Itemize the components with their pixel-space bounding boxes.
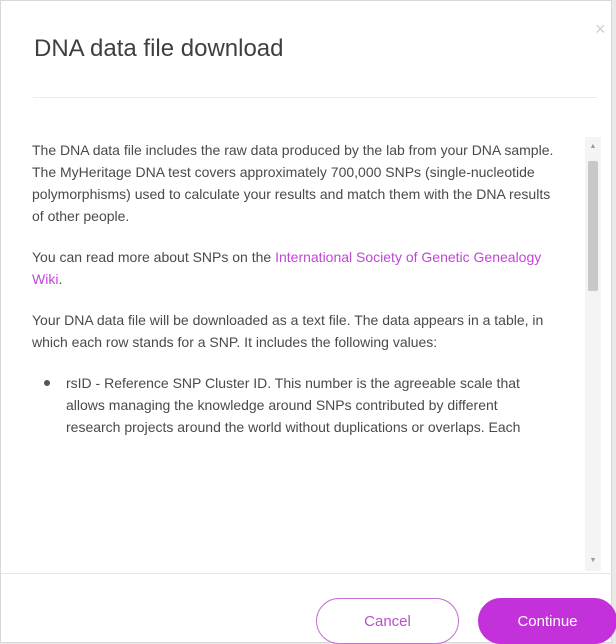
content-scrollbar[interactable]: ▲ ▼ xyxy=(585,137,601,571)
footer-divider xyxy=(1,573,613,574)
list-item: rsID - Reference SNP Cluster ID. This nu… xyxy=(44,372,554,438)
continue-button[interactable]: Continue xyxy=(478,598,616,644)
snp-info-prefix: You can read more about SNPs on the xyxy=(32,249,276,265)
snp-info-paragraph: You can read more about SNPs on the Inte… xyxy=(32,246,554,290)
dna-download-dialog: DNA data file download × The DNA data fi… xyxy=(0,0,616,644)
intro-paragraph: The DNA data file includes the raw data … xyxy=(32,142,554,224)
scroll-down-arrow-icon[interactable]: ▼ xyxy=(585,553,601,569)
values-list: rsID - Reference SNP Cluster ID. This nu… xyxy=(32,372,554,438)
scroll-up-arrow-icon[interactable]: ▲ xyxy=(585,139,601,155)
scrollbar-thumb[interactable] xyxy=(588,161,598,291)
cancel-button[interactable]: Cancel xyxy=(316,598,459,644)
dialog-content[interactable]: The DNA data file includes the raw data … xyxy=(32,139,554,569)
close-icon[interactable]: × xyxy=(595,19,611,39)
dialog-title: DNA data file download xyxy=(34,35,284,62)
file-format-paragraph: Your DNA data file will be downloaded as… xyxy=(32,312,544,350)
snp-info-suffix: . xyxy=(58,271,63,287)
header-divider xyxy=(33,97,597,98)
list-item-text: rsID - Reference SNP Cluster ID. This nu… xyxy=(66,375,521,435)
bullet-icon xyxy=(44,380,50,386)
